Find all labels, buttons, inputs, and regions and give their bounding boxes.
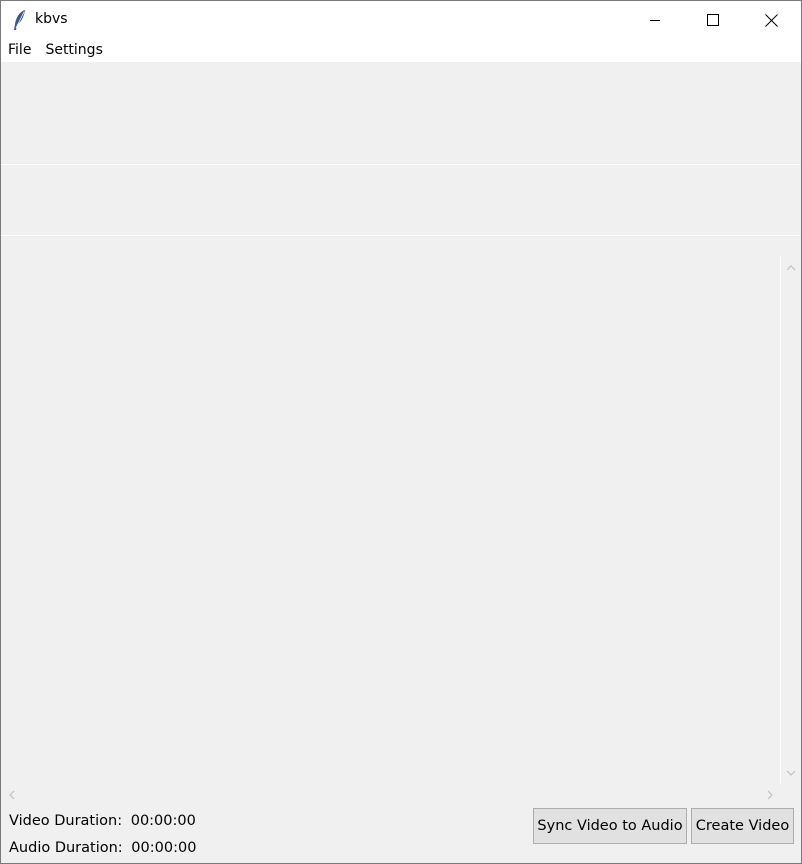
app-window: kbvs File Settings Video Duration: 00:00… — [0, 0, 802, 864]
audio-duration-value: 00:00:00 — [131, 840, 197, 856]
audio-duration: Audio Duration: 00:00:00 — [9, 840, 196, 856]
maximize-button[interactable] — [684, 1, 742, 39]
sync-video-button[interactable]: Sync Video to Audio — [533, 808, 687, 844]
middle-panel — [1, 165, 801, 235]
maximize-icon — [707, 14, 719, 26]
top-panel — [1, 62, 801, 164]
menu-bar: File Settings — [1, 39, 801, 62]
minimize-icon — [649, 14, 661, 26]
minimize-button[interactable] — [626, 1, 684, 39]
scroll-up-icon[interactable] — [784, 258, 798, 276]
window-title: kbvs — [35, 11, 68, 27]
video-duration-label: Video Duration: — [9, 813, 123, 829]
close-icon — [764, 13, 778, 27]
status-bar: Video Duration: 00:00:00 Audio Duration:… — [1, 785, 801, 863]
menu-settings[interactable]: Settings — [38, 39, 109, 62]
close-button[interactable] — [742, 1, 800, 39]
feather-icon — [11, 9, 29, 31]
audio-duration-label: Audio Duration: — [9, 840, 123, 856]
video-duration: Video Duration: 00:00:00 — [9, 813, 196, 829]
create-video-button[interactable]: Create Video — [691, 808, 794, 844]
scroll-down-icon[interactable] — [784, 764, 798, 782]
menu-file[interactable]: File — [1, 39, 38, 62]
main-canvas[interactable] — [1, 236, 801, 785]
vertical-scrollbar[interactable] — [780, 256, 781, 784]
video-duration-value: 00:00:00 — [130, 813, 196, 829]
title-bar[interactable]: kbvs — [1, 1, 801, 39]
